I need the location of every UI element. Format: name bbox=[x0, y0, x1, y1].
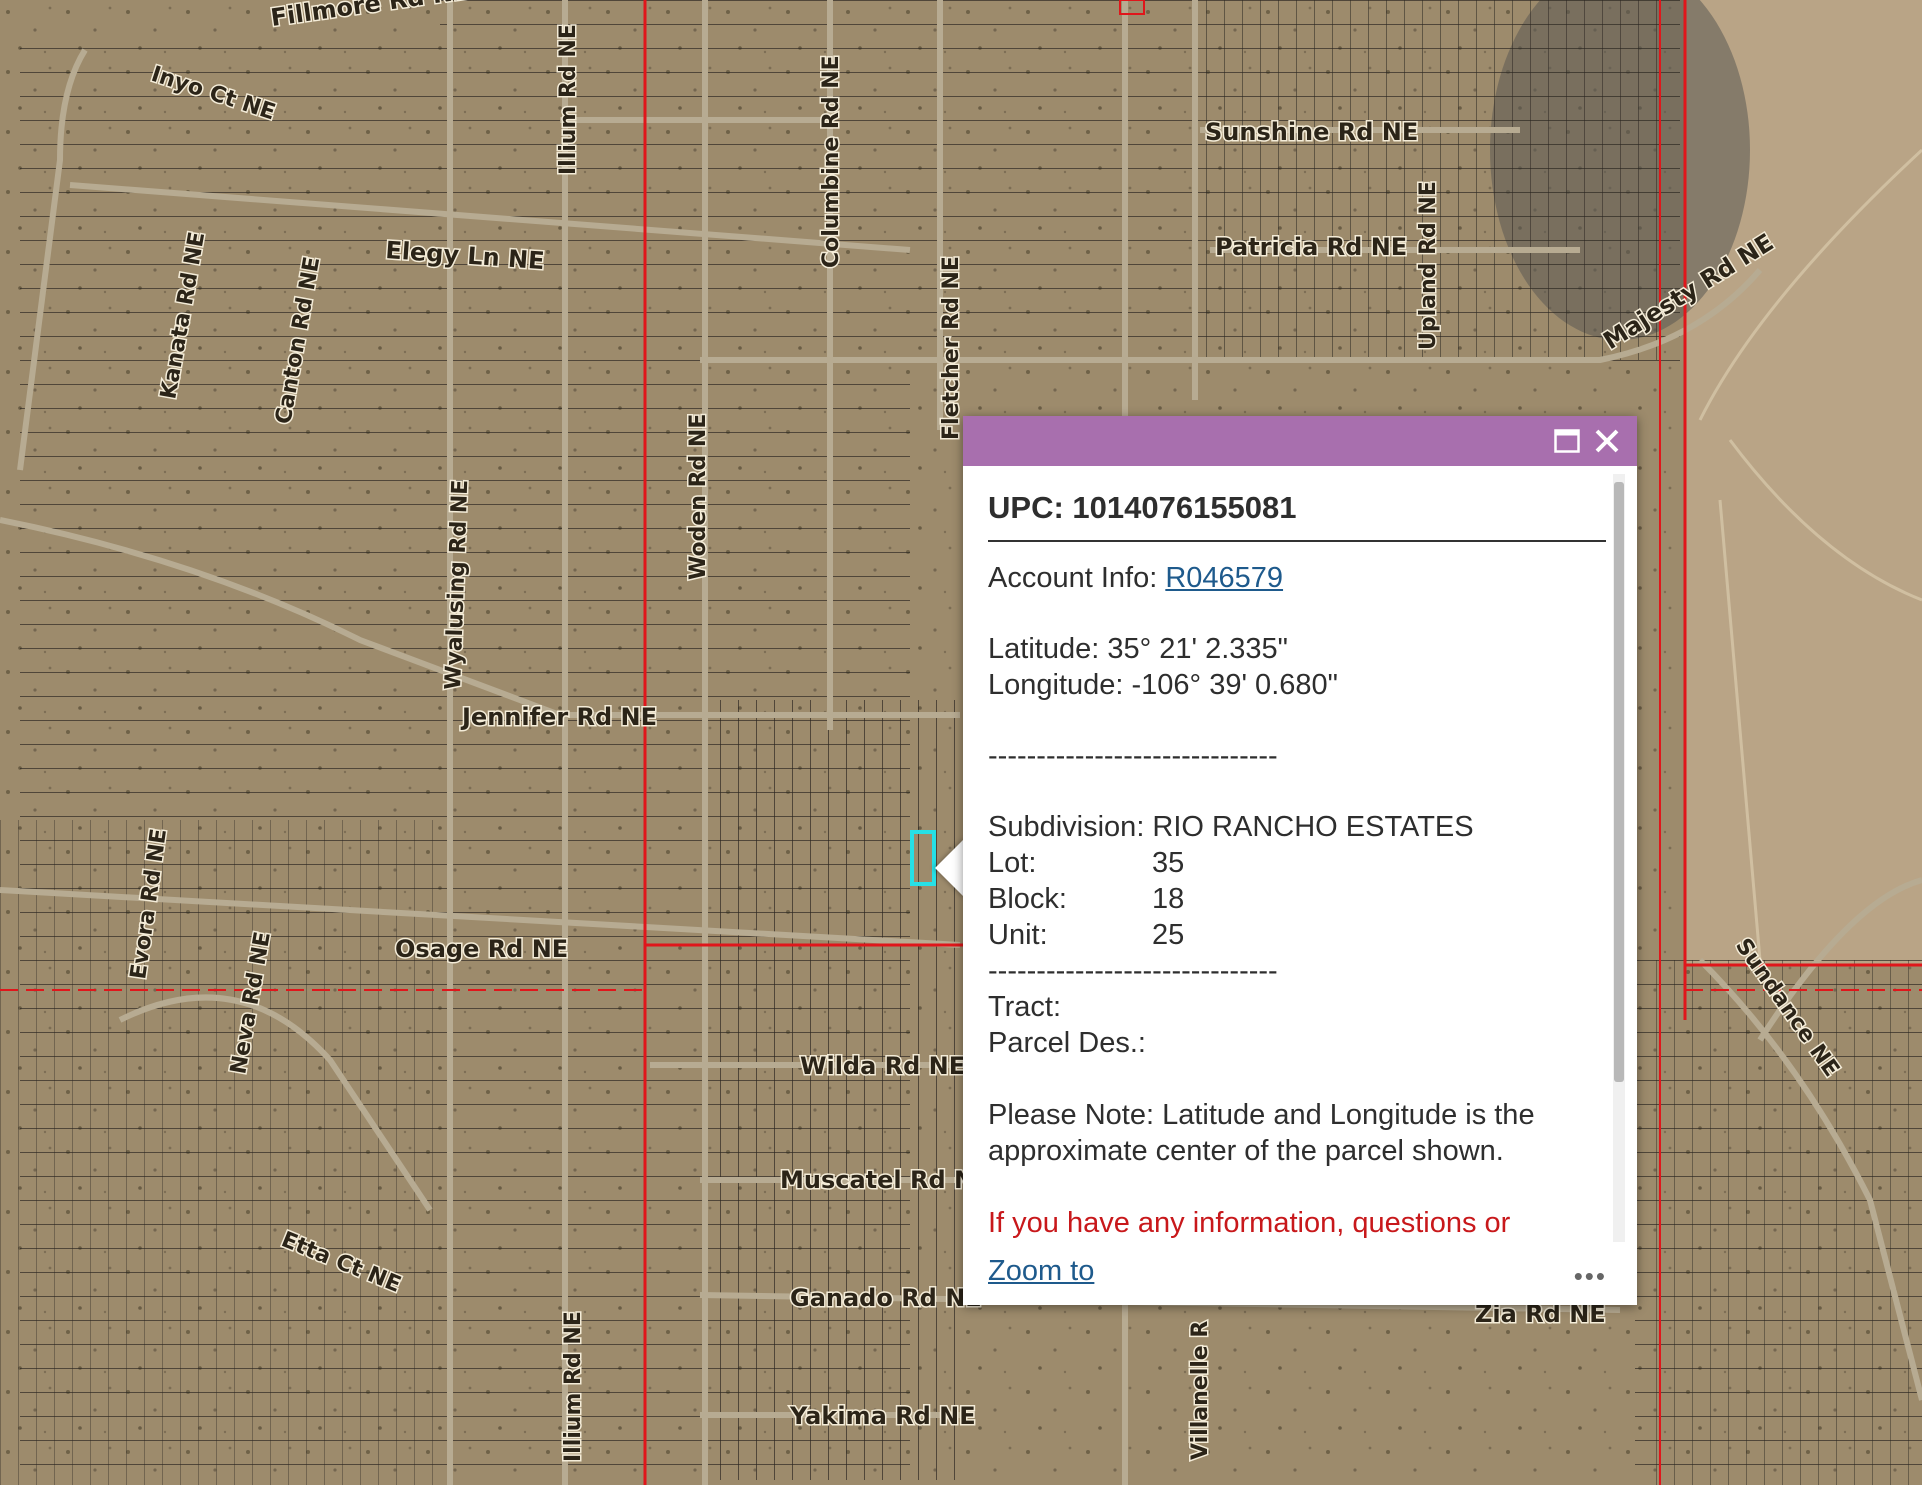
upc-title: UPC: 1014076155081 bbox=[988, 490, 1606, 542]
block-row: Block: 18 bbox=[988, 881, 1619, 917]
divider: ------------------------------ bbox=[988, 955, 1278, 987]
account-info-label: Account Info: bbox=[988, 562, 1166, 594]
unit-value: 25 bbox=[1152, 919, 1185, 951]
popup-footer: Zoom to ••• bbox=[963, 1249, 1637, 1305]
info-note: If you have any information, questions o… bbox=[988, 1207, 1511, 1239]
scrollbar[interactable] bbox=[1613, 474, 1625, 1242]
maximize-button[interactable] bbox=[1551, 425, 1583, 457]
account-link[interactable]: R046579 bbox=[1165, 562, 1283, 594]
street-label: Jennifer Rd NE bbox=[460, 703, 657, 731]
account-info-row: Account Info: R046579 bbox=[988, 560, 1619, 596]
street-label: Ganado Rd NE bbox=[790, 1284, 982, 1312]
lot-row: Lot: 35 bbox=[988, 845, 1619, 881]
street-label: Patricia Rd NE bbox=[1215, 233, 1407, 261]
street-label: Muscatel Rd N bbox=[780, 1166, 974, 1194]
street-label: Fletcher Rd NE bbox=[939, 256, 964, 440]
street-label: Villanelle R bbox=[1188, 1321, 1213, 1460]
unit-label: Unit: bbox=[988, 919, 1048, 951]
lot-label: Lot: bbox=[988, 847, 1037, 879]
block-label: Block: bbox=[988, 883, 1067, 915]
street-label: Woden Rd NE bbox=[686, 414, 711, 580]
close-button[interactable] bbox=[1591, 425, 1623, 457]
street-label: Wilda Rd NE bbox=[800, 1052, 965, 1080]
unit-row: Unit: 25 bbox=[988, 917, 1619, 953]
popup-header bbox=[963, 416, 1637, 466]
parcel-description: Parcel Des.: bbox=[988, 1027, 1146, 1059]
street-label: Upland Rd NE bbox=[1416, 181, 1441, 350]
longitude: Longitude: -106° 39' 0.680" bbox=[988, 669, 1338, 701]
zoom-to-link[interactable]: Zoom to bbox=[988, 1255, 1094, 1288]
street-label: Sunshine Rd NE bbox=[1205, 118, 1418, 146]
street-label: Illium Rd NE bbox=[561, 1311, 586, 1462]
block-value: 18 bbox=[1152, 883, 1185, 915]
popup-content[interactable]: UPC: 1014076155081 Account Info: R046579… bbox=[963, 466, 1619, 1248]
maximize-icon bbox=[1554, 429, 1580, 453]
divider: ------------------------------ bbox=[988, 740, 1278, 772]
more-options-icon[interactable]: ••• bbox=[1574, 1261, 1607, 1292]
street-label: Yakima Rd NE bbox=[789, 1402, 976, 1430]
street-label: Illium Rd NE bbox=[556, 24, 581, 175]
lot-value: 35 bbox=[1152, 847, 1185, 879]
tract: Tract: bbox=[988, 991, 1062, 1023]
close-icon bbox=[1595, 429, 1619, 453]
latitude: Latitude: 35° 21' 2.335" bbox=[988, 633, 1288, 665]
street-label: Osage Rd NE bbox=[395, 935, 568, 963]
parcel-popup: UPC: 1014076155081 Account Info: R046579… bbox=[963, 416, 1637, 1305]
subdivision: Subdivision: RIO RANCHO ESTATES bbox=[988, 811, 1474, 843]
location-note: Please Note: Latitude and Longitude is t… bbox=[988, 1099, 1535, 1167]
scrollbar-thumb[interactable] bbox=[1614, 482, 1624, 1082]
popup-pointer bbox=[935, 838, 965, 898]
street-label: Columbine Rd NE bbox=[819, 55, 844, 268]
